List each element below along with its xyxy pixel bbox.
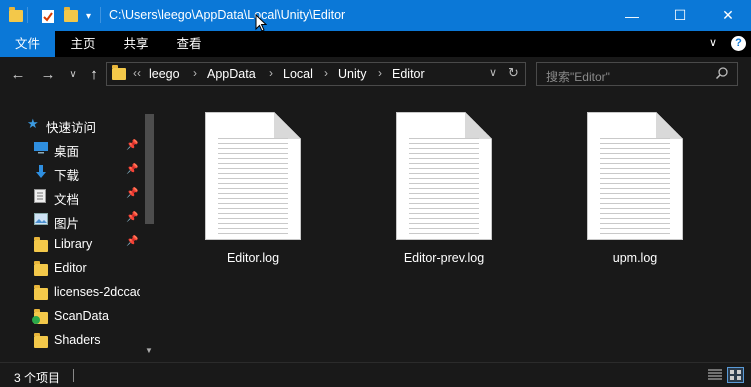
window-title: C:\Users\leego\AppData\Local\Unity\Edito…: [109, 8, 346, 22]
sidebar-item-library[interactable]: Library 📌: [0, 232, 142, 256]
sidebar-scrollbar[interactable]: ▼: [142, 108, 157, 362]
tab-share[interactable]: 共享: [111, 31, 161, 57]
sidebar-item-shaders[interactable]: Shaders: [0, 328, 142, 352]
search-box[interactable]: 搜索"Editor": [536, 62, 738, 86]
sidebar-item-quick-access[interactable]: ★ 快速访问: [0, 112, 142, 136]
folder-icon: [34, 285, 48, 300]
ribbon-collapse-icon[interactable]: ∨: [709, 36, 717, 49]
text-lines: [409, 138, 479, 238]
scroll-down-icon[interactable]: ▼: [145, 346, 153, 355]
file-item[interactable]: Editor-prev.log: [381, 112, 492, 272]
back-button[interactable]: ←: [8, 65, 28, 85]
sidebar-item-pictures[interactable]: 图片 📌: [0, 208, 142, 232]
scrollbar-thumb[interactable]: [145, 114, 154, 224]
breadcrumb-local[interactable]: Local: [283, 67, 313, 81]
breadcrumb-overflow[interactable]: ‹‹: [133, 66, 141, 80]
up-button[interactable]: ↑: [84, 65, 104, 85]
folder-sync-icon: [32, 309, 48, 324]
new-folder-icon[interactable]: [64, 6, 78, 26]
file-item[interactable]: Editor.log: [190, 112, 301, 272]
download-icon: [34, 165, 48, 178]
sidebar-item-downloads[interactable]: 下载 📌: [0, 160, 142, 184]
file-name: Editor.log: [226, 251, 280, 265]
tab-home[interactable]: 主页: [58, 31, 108, 57]
title-bar: ▾ C:\Users\leego\AppData\Local\Unity\Edi…: [0, 0, 751, 32]
picture-icon: [34, 213, 48, 226]
forward-button[interactable]: →: [38, 65, 58, 85]
sidebar-item-licenses[interactable]: licenses-2dccac: [0, 280, 142, 304]
folder-icon: [34, 333, 48, 348]
recent-locations-button[interactable]: ∨: [63, 65, 83, 85]
sidebar-item-label: ScanData: [54, 309, 109, 323]
properties-icon[interactable]: [41, 6, 55, 26]
address-bar[interactable]: ‹‹ leego › AppData › Local › Unity › Edi…: [106, 62, 526, 86]
ribbon-tabs: 文件 主页 共享 查看 ∨ ?: [0, 31, 751, 57]
folder-icon: [112, 65, 126, 80]
sidebar-item-label: 快速访问: [46, 121, 97, 135]
divider: [100, 7, 101, 23]
pin-icon: 📌: [126, 212, 139, 223]
search-placeholder: 搜索"Editor": [546, 70, 610, 84]
refresh-icon[interactable]: ↻: [508, 65, 519, 81]
file-item[interactable]: upm.log: [572, 112, 683, 272]
file-name: Editor-prev.log: [403, 251, 485, 265]
divider: [27, 7, 28, 23]
pin-icon: 📌: [126, 140, 139, 151]
pin-icon: 📌: [126, 236, 139, 247]
sidebar-item-label: Shaders: [54, 333, 101, 347]
customize-toolbar-icon[interactable]: ▾: [86, 6, 91, 26]
search-icon[interactable]: [715, 66, 729, 83]
star-icon: ★: [27, 116, 39, 131]
document-icon: [34, 189, 48, 203]
help-icon[interactable]: ?: [731, 36, 746, 51]
breadcrumb-leego[interactable]: leego: [149, 67, 180, 81]
maximize-button[interactable]: ☐: [657, 0, 703, 31]
folder-icon: [34, 237, 48, 252]
address-dropdown-icon[interactable]: ∨: [489, 66, 497, 79]
large-icons-view-icon[interactable]: [727, 367, 744, 383]
file-name: upm.log: [612, 251, 658, 265]
item-count: 3 个项目: [14, 371, 61, 385]
breadcrumb-unity[interactable]: Unity: [338, 67, 366, 81]
sidebar-item-editor[interactable]: Editor: [0, 256, 142, 280]
chevron-right-icon[interactable]: ›: [269, 66, 273, 80]
page-fold: [656, 112, 683, 139]
navigation-pane: ★ 快速访问 桌面 📌 下载 📌 文档 📌 图片 📌 Library 📌 Edi…: [0, 108, 157, 362]
sidebar-item-documents[interactable]: 文档 📌: [0, 184, 142, 208]
text-lines: [218, 138, 288, 238]
breadcrumb-appdata[interactable]: AppData: [207, 67, 256, 81]
folder-icon: [34, 261, 48, 276]
page-fold: [274, 112, 301, 139]
sidebar-item-label: Editor: [54, 261, 87, 275]
sidebar-item-label: licenses-2dccac: [54, 285, 140, 299]
desktop-icon: [34, 141, 48, 154]
details-view-icon[interactable]: [708, 369, 722, 384]
divider: [73, 369, 74, 382]
status-bar: 3 个项目: [0, 362, 751, 387]
minimize-button[interactable]: —: [609, 0, 655, 31]
tab-view[interactable]: 查看: [164, 31, 214, 57]
pin-icon: 📌: [126, 164, 139, 175]
chevron-right-icon[interactable]: ›: [324, 66, 328, 80]
sidebar-item-desktop[interactable]: 桌面 📌: [0, 136, 142, 160]
tab-file[interactable]: 文件: [0, 31, 55, 57]
text-lines: [600, 138, 670, 238]
sidebar-item-scandata[interactable]: ScanData: [0, 304, 142, 328]
page-fold: [465, 112, 492, 139]
chevron-right-icon[interactable]: ›: [378, 66, 382, 80]
chevron-right-icon[interactable]: ›: [193, 66, 197, 80]
breadcrumb-editor[interactable]: Editor: [392, 67, 425, 81]
close-button[interactable]: ✕: [705, 0, 751, 31]
folder-icon: [9, 6, 23, 26]
pin-icon: 📌: [126, 188, 139, 199]
